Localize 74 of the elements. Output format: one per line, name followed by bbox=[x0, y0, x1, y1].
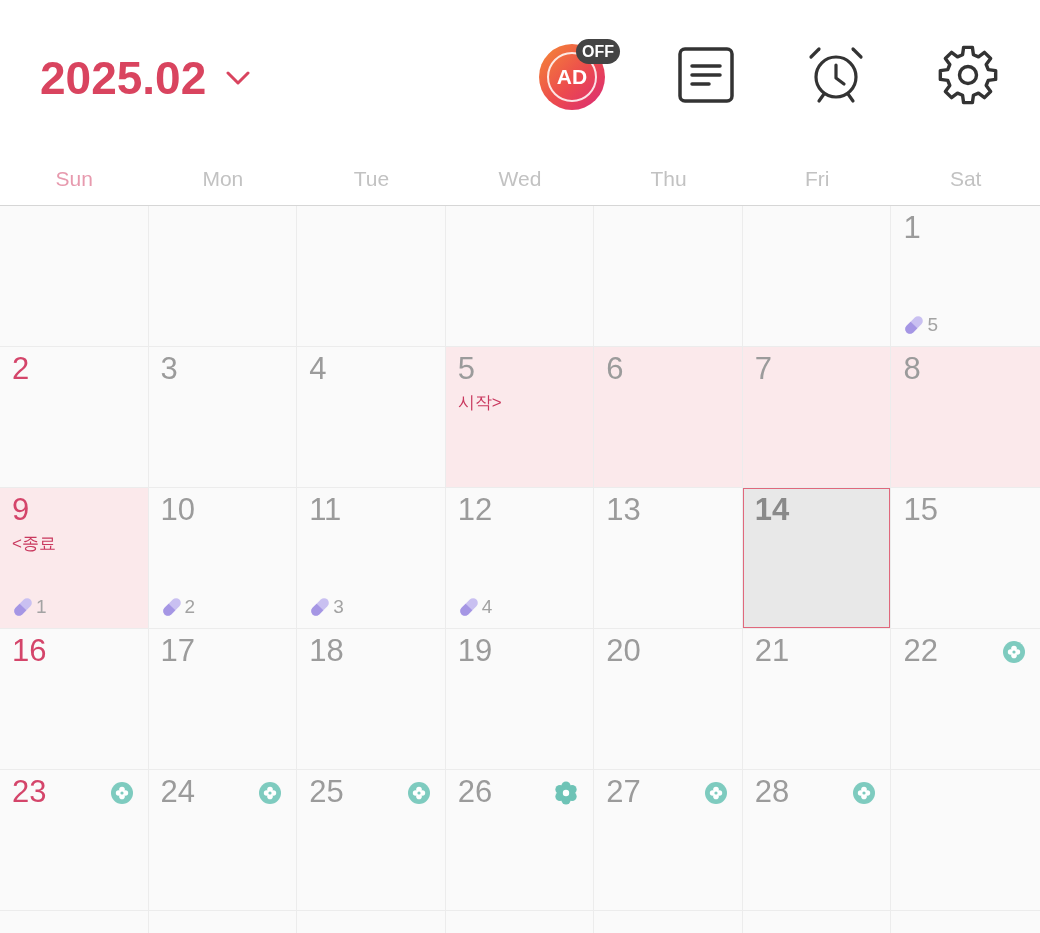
day-number: 14 bbox=[754, 493, 790, 527]
period-note: 시작> bbox=[457, 392, 502, 414]
day-cell[interactable]: 7 bbox=[742, 347, 892, 488]
day-number: 12 bbox=[457, 493, 493, 527]
day-cell[interactable]: 11 3 bbox=[297, 488, 446, 629]
pill-count: 1 bbox=[36, 596, 47, 618]
day-cell[interactable]: 13 bbox=[594, 488, 743, 629]
day-number: 21 bbox=[754, 634, 790, 668]
day-number: 13 bbox=[606, 493, 641, 527]
day-number: 4 bbox=[309, 352, 327, 386]
day-cell[interactable]: 23 bbox=[0, 770, 149, 911]
day-cell[interactable]: 20 bbox=[594, 629, 743, 770]
day-cell[interactable]: 21 bbox=[742, 629, 892, 770]
day-number: 5 bbox=[457, 352, 475, 386]
day-cell[interactable]: 28 bbox=[742, 770, 892, 911]
day-number: 6 bbox=[606, 352, 624, 386]
day-cell[interactable]: 6 bbox=[594, 347, 743, 488]
day-number: 26 bbox=[457, 775, 493, 809]
day-cell[interactable]: 17 bbox=[148, 629, 298, 770]
weekday-label: Mon bbox=[202, 165, 244, 192]
day-number: 9 bbox=[12, 493, 30, 527]
period-note: <종료 bbox=[12, 533, 56, 555]
chevron-down-icon bbox=[226, 70, 251, 86]
day-number: 27 bbox=[606, 775, 641, 809]
day-cell[interactable]: 24 bbox=[148, 770, 298, 911]
day-cell[interactable]: 25 bbox=[297, 770, 446, 911]
day-cell[interactable]: 15 bbox=[891, 488, 1040, 629]
pill-count: 3 bbox=[333, 596, 344, 618]
day-cell[interactable]: 14 bbox=[742, 488, 892, 629]
document-icon[interactable] bbox=[678, 47, 734, 103]
day-number: 24 bbox=[160, 775, 196, 809]
day-number: 3 bbox=[160, 352, 178, 386]
alarm-clock-icon[interactable] bbox=[807, 46, 865, 104]
weekday-label: Tue bbox=[353, 165, 390, 192]
day-number: 20 bbox=[606, 634, 641, 668]
weekday-label: Wed bbox=[498, 165, 542, 192]
day-number: 28 bbox=[754, 775, 790, 809]
weekday-label: Fri bbox=[804, 165, 830, 192]
settings-icon[interactable] bbox=[938, 45, 998, 105]
day-cell[interactable]: 18 bbox=[297, 629, 446, 770]
day-number: 18 bbox=[309, 634, 344, 668]
pill-count: 2 bbox=[184, 596, 196, 618]
day-number: 16 bbox=[12, 634, 47, 668]
weekday-label: Sat bbox=[949, 165, 982, 192]
day-cell[interactable]: 16 bbox=[0, 629, 149, 770]
day-number: 11 bbox=[309, 493, 342, 527]
weekday-label: Thu bbox=[650, 165, 687, 192]
day-cell[interactable]: 8 bbox=[891, 347, 1040, 488]
day-number: 10 bbox=[160, 493, 196, 527]
day-cell[interactable]: 9 <종료 1 bbox=[0, 488, 149, 629]
day-number: 22 bbox=[903, 634, 938, 668]
day-cell[interactable]: 22 bbox=[891, 629, 1040, 770]
ad-status-badge: OFF bbox=[576, 39, 620, 64]
day-cell[interactable]: 12 4 bbox=[445, 488, 595, 629]
day-number: 19 bbox=[457, 634, 493, 668]
day-cell[interactable]: 26 bbox=[445, 770, 595, 911]
weekday-label: Sun bbox=[55, 165, 93, 192]
day-cell[interactable]: 19 bbox=[445, 629, 595, 770]
day-cell[interactable]: 10 2 bbox=[148, 488, 298, 629]
day-number: 7 bbox=[754, 352, 773, 386]
pill-count: 4 bbox=[481, 596, 493, 618]
day-number: 8 bbox=[903, 352, 921, 386]
day-number: 2 bbox=[12, 352, 30, 386]
day-cell[interactable]: 5 시작> bbox=[445, 347, 595, 488]
day-number: 17 bbox=[160, 634, 196, 668]
day-number: 25 bbox=[309, 775, 344, 809]
day-number: 15 bbox=[903, 493, 938, 527]
day-number: 23 bbox=[12, 775, 47, 809]
day-cell[interactable]: 3 bbox=[148, 347, 298, 488]
day-cell[interactable]: 4 bbox=[297, 347, 446, 488]
pill-count: 5 bbox=[927, 314, 938, 336]
day-cell[interactable]: 27 bbox=[594, 770, 743, 911]
day-number: 1 bbox=[903, 211, 921, 245]
month-picker[interactable]: 2025.02 bbox=[40, 55, 251, 101]
